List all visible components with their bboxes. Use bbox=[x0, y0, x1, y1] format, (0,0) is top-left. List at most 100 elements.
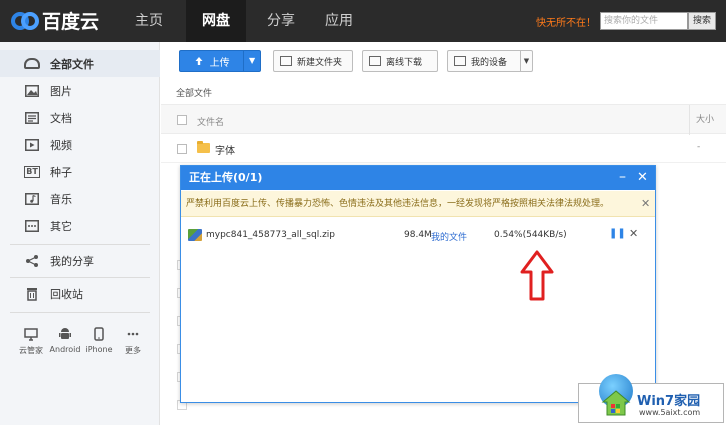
nav-apps[interactable]: 应用 bbox=[310, 0, 368, 42]
nav-netdisk[interactable]: 网盘 bbox=[186, 0, 246, 42]
upload-progress-dialog: 正在上传(0/1) – ✕ 严禁利用百度云上传、传播暴力恐怖、色情违法及其他违法… bbox=[180, 165, 656, 403]
upload-destination-link[interactable]: 我的文件 bbox=[431, 230, 467, 243]
image-icon bbox=[24, 84, 40, 98]
upload-file-name: mypc841_458773_all_sql.zip bbox=[206, 230, 336, 240]
house-icon bbox=[601, 390, 631, 416]
toolbar: 上传 ▼ 新建文件夹 离线下载 我的设备 ▼ bbox=[161, 42, 726, 80]
column-header-name[interactable]: 文件名 bbox=[197, 115, 224, 128]
upload-arrow-icon bbox=[195, 57, 203, 65]
dialog-title: 正在上传(0/1) bbox=[189, 171, 263, 184]
file-list-header: 文件名 大小 bbox=[161, 104, 726, 135]
breadcrumb[interactable]: 全部文件 bbox=[176, 86, 212, 99]
zip-file-icon bbox=[188, 229, 202, 241]
device-android[interactable]: Android bbox=[48, 327, 82, 356]
table-row[interactable]: 字体 - bbox=[161, 135, 726, 163]
offline-download-button[interactable]: 离线下载 bbox=[362, 50, 438, 72]
sidebar-item-label: 图片 bbox=[50, 84, 72, 98]
sidebar-item-images[interactable]: 图片 bbox=[0, 77, 160, 104]
red-up-arrow-annotation bbox=[520, 250, 554, 301]
file-name[interactable]: 字体 bbox=[215, 142, 235, 157]
more-dots-icon bbox=[116, 327, 150, 345]
upload-progress-text: 0.54%(544KB/s) bbox=[494, 230, 567, 240]
device-links: 云管家 Android iPhone 更多 bbox=[14, 327, 150, 356]
search-input[interactable]: 搜索你的文件 bbox=[600, 12, 688, 30]
upload-file-size: 98.4M bbox=[404, 230, 432, 240]
sidebar-item-label: 其它 bbox=[50, 219, 72, 233]
sidebar-item-recycle-bin[interactable]: 回收站 bbox=[0, 280, 160, 307]
bt-icon: BT bbox=[24, 165, 40, 178]
sidebar-item-label: 回收站 bbox=[50, 287, 83, 301]
sidebar-item-label: 全部文件 bbox=[50, 57, 94, 71]
upload-button[interactable]: 上传 ▼ bbox=[179, 50, 261, 72]
download-icon bbox=[369, 56, 381, 66]
watermark-url: www.5aixt.com bbox=[639, 408, 701, 417]
device-more[interactable]: 更多 bbox=[116, 327, 150, 356]
device-label: 更多 bbox=[125, 346, 141, 355]
promo-link[interactable]: 快无所不在！ bbox=[536, 14, 596, 29]
sidebar-item-my-shares[interactable]: 我的分享 bbox=[0, 247, 160, 274]
nav-home[interactable]: 主页 bbox=[120, 0, 178, 42]
dialog-title-bar[interactable]: 正在上传(0/1) bbox=[181, 166, 655, 190]
upload-item: mypc841_458773_all_sql.zip 98.4M 我的文件 0.… bbox=[181, 224, 655, 248]
sidebar-item-label: 文档 bbox=[50, 111, 72, 125]
my-devices-label: 我的设备 bbox=[471, 57, 508, 68]
device-label: iPhone bbox=[85, 345, 113, 354]
sidebar: 全部文件 图片 文档 视频 BT 种子 音乐 其它 我的分享 回收站 云管家 A… bbox=[0, 42, 160, 425]
sidebar-divider bbox=[10, 312, 150, 313]
warning-close-icon[interactable]: ✕ bbox=[641, 191, 650, 217]
pause-icon[interactable]: ❚❚ bbox=[609, 228, 626, 239]
sidebar-item-all-files[interactable]: 全部文件 bbox=[0, 50, 160, 77]
main-nav: 主页 网盘 分享 应用 bbox=[120, 0, 368, 42]
sidebar-item-other[interactable]: 其它 bbox=[0, 212, 160, 239]
folder-icon bbox=[197, 141, 210, 153]
sidebar-item-videos[interactable]: 视频 bbox=[0, 131, 160, 158]
document-icon bbox=[24, 111, 40, 125]
video-icon bbox=[24, 138, 40, 152]
win7-home-watermark: Win7家园 www.5aixt.com bbox=[578, 374, 724, 423]
upload-dropdown-chevron-icon[interactable]: ▼ bbox=[243, 51, 260, 71]
search-button[interactable]: 搜索 bbox=[688, 12, 716, 30]
logo-text: 百度云 bbox=[42, 11, 100, 33]
share-icon bbox=[24, 254, 40, 268]
my-devices-button[interactable]: 我的设备 ▼ bbox=[447, 50, 533, 72]
android-icon bbox=[48, 327, 82, 345]
sidebar-divider bbox=[10, 277, 150, 278]
device-icon bbox=[454, 56, 466, 66]
sidebar-item-label: 我的分享 bbox=[50, 254, 94, 268]
row-checkbox[interactable] bbox=[177, 144, 187, 154]
column-header-size[interactable]: 大小 bbox=[689, 105, 726, 135]
iphone-icon bbox=[82, 327, 116, 345]
more-icon bbox=[24, 219, 40, 233]
nav-share[interactable]: 分享 bbox=[252, 0, 310, 42]
watermark-title: Win7家园 bbox=[637, 394, 701, 409]
sidebar-item-label: 音乐 bbox=[50, 192, 72, 206]
music-icon bbox=[24, 192, 40, 206]
select-all-checkbox[interactable] bbox=[177, 115, 187, 125]
warning-text: 严禁利用百度云上传、传播暴力恐怖、色情违法及其他违法信息，一经发现将严格按照相关… bbox=[186, 199, 610, 209]
sidebar-divider bbox=[10, 244, 150, 245]
sidebar-item-label: 种子 bbox=[50, 165, 72, 179]
sidebar-item-documents[interactable]: 文档 bbox=[0, 104, 160, 131]
file-size: - bbox=[697, 142, 701, 152]
warning-banner: 严禁利用百度云上传、传播暴力恐怖、色情违法及其他违法信息，一经发现将严格按照相关… bbox=[181, 191, 655, 217]
sidebar-item-torrents[interactable]: BT 种子 bbox=[0, 158, 160, 185]
sidebar-item-music[interactable]: 音乐 bbox=[0, 185, 160, 212]
device-cloud-manager[interactable]: 云管家 bbox=[14, 327, 48, 356]
cloud-logo-icon bbox=[10, 8, 39, 34]
folder-plus-icon bbox=[280, 56, 292, 66]
offline-download-label: 离线下载 bbox=[386, 57, 423, 68]
cancel-icon[interactable]: ✕ bbox=[629, 227, 638, 240]
top-navigation-bar: 百度云 主页 网盘 分享 应用 快无所不在！ 搜索你的文件 搜索 bbox=[0, 0, 726, 42]
trash-icon bbox=[24, 287, 40, 301]
sidebar-item-label: 视频 bbox=[50, 138, 72, 152]
close-icon[interactable]: ✕ bbox=[637, 166, 648, 190]
cloud-icon bbox=[24, 57, 40, 71]
upload-button-label: 上传 bbox=[209, 57, 230, 69]
new-folder-label: 新建文件夹 bbox=[297, 57, 343, 68]
device-iphone[interactable]: iPhone bbox=[82, 327, 116, 356]
minimize-icon[interactable]: – bbox=[619, 166, 626, 188]
baidu-cloud-logo[interactable]: 百度云 bbox=[10, 7, 99, 34]
chevron-down-icon: ▼ bbox=[520, 51, 532, 71]
new-folder-button[interactable]: 新建文件夹 bbox=[273, 50, 353, 72]
monitor-icon bbox=[14, 327, 48, 345]
